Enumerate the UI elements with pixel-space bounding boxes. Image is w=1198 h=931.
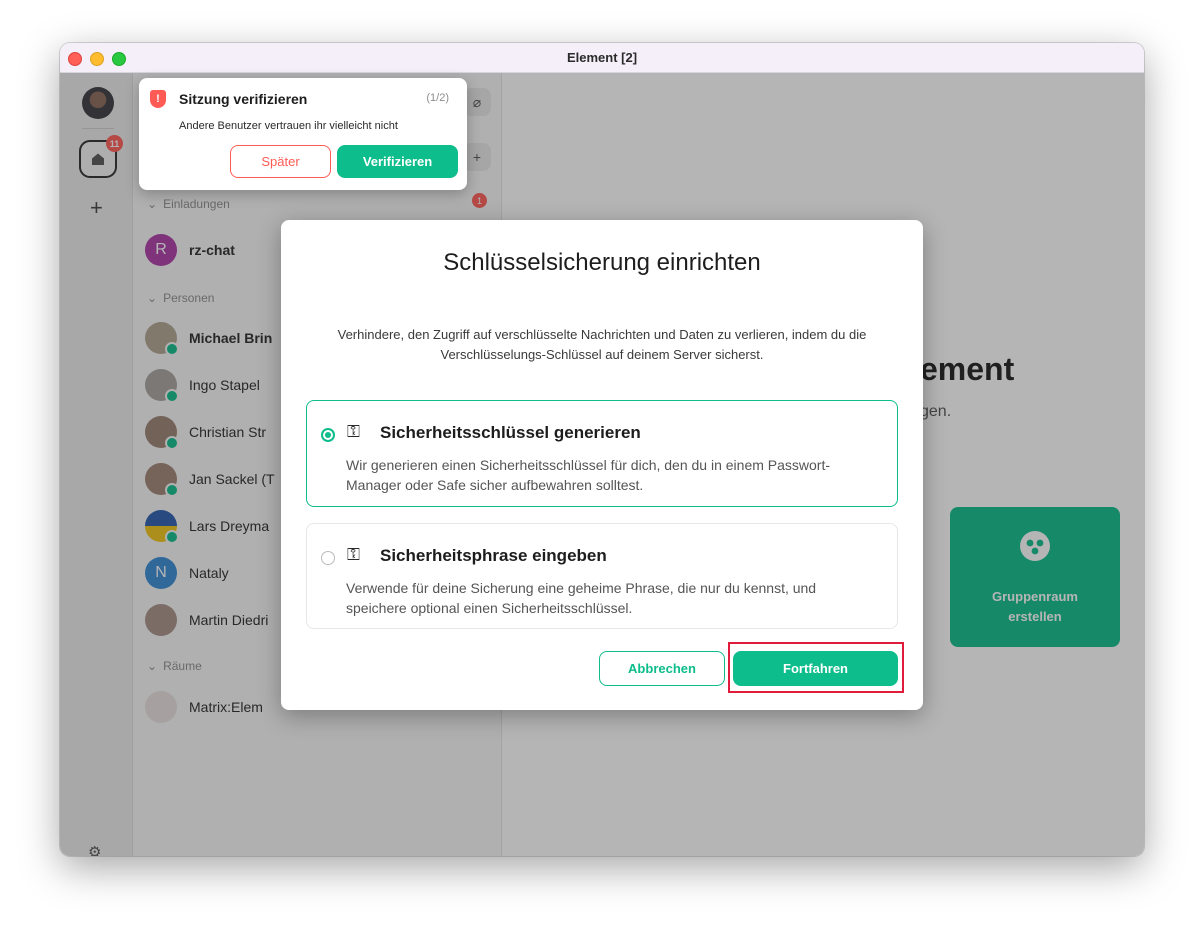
dialog-title: Schlüsselsicherung einrichten xyxy=(443,249,761,276)
cancel-button[interactable]: Abbrechen xyxy=(599,651,725,686)
toast-counter: (1/2) xyxy=(426,92,449,104)
password-icon: ⚿ xyxy=(347,545,360,564)
later-button[interactable]: Später xyxy=(230,145,331,178)
toast-description: Andere Benutzer vertrauen ihr vielleicht… xyxy=(179,120,398,132)
toast-title: Sitzung verifizieren xyxy=(179,91,308,107)
radio-generate-key[interactable] xyxy=(321,428,335,442)
option-title: Sicherheitsphrase eingeben xyxy=(380,546,607,565)
close-window-button[interactable] xyxy=(68,52,82,66)
radio-security-phrase[interactable] xyxy=(321,551,335,565)
shield-warning-icon: ! xyxy=(150,90,166,108)
window-title: Element [2] xyxy=(566,50,638,65)
title-bar[interactable]: Element [2] xyxy=(60,43,1144,73)
window-controls xyxy=(68,52,126,66)
option-description: Wir generieren einen Sicherheitsschlüsse… xyxy=(346,457,831,493)
key-backup-dialog: Schlüsselsicherung einrichten Verhindere… xyxy=(281,220,923,710)
verify-session-toast: ! Sitzung verifizieren (1/2) Andere Benu… xyxy=(139,78,467,190)
minimize-window-button[interactable] xyxy=(90,52,104,66)
option-generate-security-key[interactable]: ⚿ Sicherheitsschlüssel generieren Wir ge… xyxy=(306,400,898,507)
option-enter-security-phrase[interactable]: ⚿ Sicherheitsphrase eingeben Verwende fü… xyxy=(306,523,898,629)
dialog-description: Verhindere, den Zugriff auf verschlüssel… xyxy=(337,327,867,362)
option-title: Sicherheitsschlüssel generieren xyxy=(380,423,641,442)
continue-button[interactable]: Fortfahren xyxy=(733,651,898,686)
zoom-window-button[interactable] xyxy=(112,52,126,66)
verify-button[interactable]: Verifizieren xyxy=(337,145,458,178)
option-description: Verwende für deine Sicherung eine geheim… xyxy=(346,580,817,616)
key-icon: ⚿ xyxy=(347,422,360,441)
